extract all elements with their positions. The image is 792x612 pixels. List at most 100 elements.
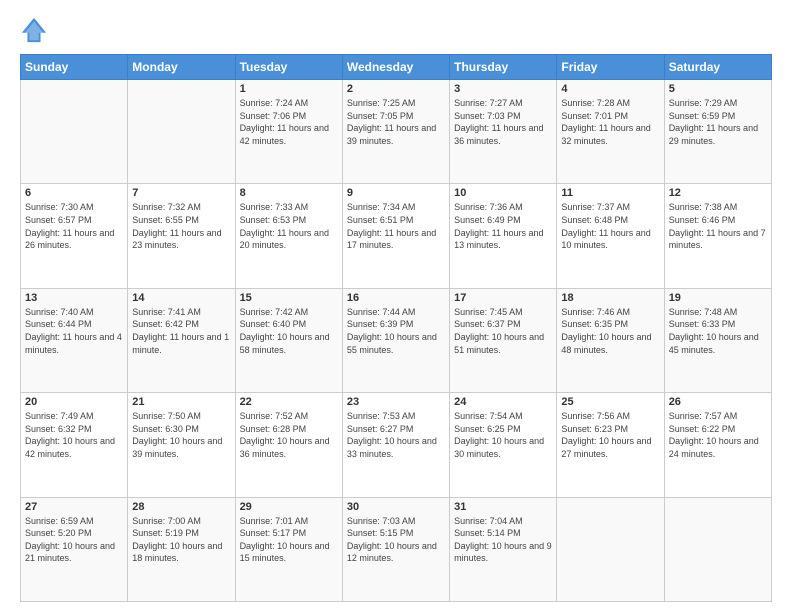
day-number: 29 xyxy=(240,501,338,513)
day-cell: 31Sunrise: 7:04 AM Sunset: 5:14 PM Dayli… xyxy=(450,497,557,601)
day-info: Sunrise: 7:45 AM Sunset: 6:37 PM Dayligh… xyxy=(454,306,552,356)
day-info: Sunrise: 6:59 AM Sunset: 5:20 PM Dayligh… xyxy=(25,515,123,565)
day-cell: 12 Sunrise: 7:38 AM Sunset: 6:46 PM Dayli… xyxy=(664,184,771,288)
header-row: SundayMondayTuesdayWednesdayThursdayFrid… xyxy=(21,55,772,80)
week-row-1: 1 Sunrise: 7:24 AM Sunset: 7:06 PM Daylig… xyxy=(21,80,772,184)
day-info: Sunrise: 7:24 AM Sunset: 7:06 PM Dayligh… xyxy=(240,97,338,147)
day-info: Sunrise: 7:41 AM Sunset: 6:42 PM Dayligh… xyxy=(132,306,230,356)
day-cell: 20 Sunrise: 7:49 AM Sunset: 6:32 PM Dayli… xyxy=(21,393,128,497)
day-cell: 22 Sunrise: 7:52 AM Sunset: 6:28 PM Dayli… xyxy=(235,393,342,497)
day-cell: 23Sunrise: 7:53 AM Sunset: 6:27 PM Dayli… xyxy=(342,393,449,497)
col-header-monday: Monday xyxy=(128,55,235,80)
day-cell: 26 Sunrise: 7:57 AM Sunset: 6:22 PM Dayli… xyxy=(664,393,771,497)
day-info: Sunrise: 7:57 AM Sunset: 6:22 PM Dayligh… xyxy=(669,410,767,460)
day-cell: 3 Sunrise: 7:27 AM Sunset: 7:03 PM Daylig… xyxy=(450,80,557,184)
day-cell: 11 Sunrise: 7:37 AM Sunset: 6:48 PM Dayli… xyxy=(557,184,664,288)
day-number: 7 xyxy=(132,187,230,199)
day-info: Sunrise: 7:27 AM Sunset: 7:03 PM Dayligh… xyxy=(454,97,552,147)
day-info: Sunrise: 7:49 AM Sunset: 6:32 PM Dayligh… xyxy=(25,410,123,460)
day-number: 2 xyxy=(347,83,445,95)
day-cell: 13 Sunrise: 7:40 AM Sunset: 6:44 PM Dayli… xyxy=(21,288,128,392)
col-header-sunday: Sunday xyxy=(21,55,128,80)
day-number: 28 xyxy=(132,501,230,513)
day-number: 8 xyxy=(240,187,338,199)
day-info: Sunrise: 7:42 AM Sunset: 6:40 PM Dayligh… xyxy=(240,306,338,356)
day-info: Sunrise: 7:52 AM Sunset: 6:28 PM Dayligh… xyxy=(240,410,338,460)
day-cell: 28 Sunrise: 7:00 AM Sunset: 5:19 PM Dayli… xyxy=(128,497,235,601)
day-number: 21 xyxy=(132,396,230,408)
col-header-saturday: Saturday xyxy=(664,55,771,80)
day-number: 4 xyxy=(561,83,659,95)
week-row-5: 27 Sunrise: 6:59 AM Sunset: 5:20 PM Dayli… xyxy=(21,497,772,601)
day-info: Sunrise: 7:29 AM Sunset: 6:59 PM Dayligh… xyxy=(669,97,767,147)
day-info: Sunrise: 7:33 AM Sunset: 6:53 PM Dayligh… xyxy=(240,201,338,251)
day-number: 27 xyxy=(25,501,123,513)
day-info: Sunrise: 7:46 AM Sunset: 6:35 PM Dayligh… xyxy=(561,306,659,356)
day-cell: 8 Sunrise: 7:33 AM Sunset: 6:53 PM Daylig… xyxy=(235,184,342,288)
day-number: 30 xyxy=(347,501,445,513)
day-cell: 10Sunrise: 7:36 AM Sunset: 6:49 PM Dayli… xyxy=(450,184,557,288)
day-number: 5 xyxy=(669,83,767,95)
day-cell: 2 Sunrise: 7:25 AM Sunset: 7:05 PM Daylig… xyxy=(342,80,449,184)
day-cell: 16Sunrise: 7:44 AM Sunset: 6:39 PM Dayli… xyxy=(342,288,449,392)
day-cell: 14 Sunrise: 7:41 AM Sunset: 6:42 PM Dayli… xyxy=(128,288,235,392)
day-number: 20 xyxy=(25,396,123,408)
col-header-tuesday: Tuesday xyxy=(235,55,342,80)
day-number: 6 xyxy=(25,187,123,199)
col-header-friday: Friday xyxy=(557,55,664,80)
day-info: Sunrise: 7:50 AM Sunset: 6:30 PM Dayligh… xyxy=(132,410,230,460)
day-cell: 4Sunrise: 7:28 AM Sunset: 7:01 PM Daylig… xyxy=(557,80,664,184)
day-info: Sunrise: 7:00 AM Sunset: 5:19 PM Dayligh… xyxy=(132,515,230,565)
day-info: Sunrise: 7:56 AM Sunset: 6:23 PM Dayligh… xyxy=(561,410,659,460)
day-number: 31 xyxy=(454,501,552,513)
day-cell: 30 Sunrise: 7:03 AM Sunset: 5:15 PM Dayli… xyxy=(342,497,449,601)
day-number: 17 xyxy=(454,292,552,304)
day-number: 16 xyxy=(347,292,445,304)
col-header-thursday: Thursday xyxy=(450,55,557,80)
day-number: 12 xyxy=(669,187,767,199)
day-cell: 19 Sunrise: 7:48 AM Sunset: 6:33 PM Dayli… xyxy=(664,288,771,392)
day-info: Sunrise: 7:38 AM Sunset: 6:46 PM Dayligh… xyxy=(669,201,767,251)
day-cell: 24 Sunrise: 7:54 AM Sunset: 6:25 PM Dayli… xyxy=(450,393,557,497)
day-info: Sunrise: 7:36 AM Sunset: 6:49 PM Dayligh… xyxy=(454,201,552,251)
day-info: Sunrise: 7:40 AM Sunset: 6:44 PM Dayligh… xyxy=(25,306,123,356)
day-info: Sunrise: 7:48 AM Sunset: 6:33 PM Dayligh… xyxy=(669,306,767,356)
day-info: Sunrise: 7:01 AM Sunset: 5:17 PM Dayligh… xyxy=(240,515,338,565)
day-cell: 5 Sunrise: 7:29 AM Sunset: 6:59 PM Daylig… xyxy=(664,80,771,184)
day-number: 9 xyxy=(347,187,445,199)
day-number: 24 xyxy=(454,396,552,408)
day-cell: 21 Sunrise: 7:50 AM Sunset: 6:30 PM Dayli… xyxy=(128,393,235,497)
logo-icon xyxy=(20,16,48,44)
day-info: Sunrise: 7:37 AM Sunset: 6:48 PM Dayligh… xyxy=(561,201,659,251)
day-number: 26 xyxy=(669,396,767,408)
page: SundayMondayTuesdayWednesdayThursdayFrid… xyxy=(0,0,792,612)
day-info: Sunrise: 7:03 AM Sunset: 5:15 PM Dayligh… xyxy=(347,515,445,565)
day-number: 22 xyxy=(240,396,338,408)
day-info: Sunrise: 7:53 AM Sunset: 6:27 PM Dayligh… xyxy=(347,410,445,460)
day-cell: 9Sunrise: 7:34 AM Sunset: 6:51 PM Daylig… xyxy=(342,184,449,288)
day-cell: 7Sunrise: 7:32 AM Sunset: 6:55 PM Daylig… xyxy=(128,184,235,288)
day-number: 18 xyxy=(561,292,659,304)
week-row-3: 13 Sunrise: 7:40 AM Sunset: 6:44 PM Dayli… xyxy=(21,288,772,392)
day-cell: 15 Sunrise: 7:42 AM Sunset: 6:40 PM Dayli… xyxy=(235,288,342,392)
calendar-table: SundayMondayTuesdayWednesdayThursdayFrid… xyxy=(20,54,772,602)
week-row-2: 6 Sunrise: 7:30 AM Sunset: 6:57 PM Daylig… xyxy=(21,184,772,288)
day-number: 19 xyxy=(669,292,767,304)
day-number: 11 xyxy=(561,187,659,199)
col-header-wednesday: Wednesday xyxy=(342,55,449,80)
day-info: Sunrise: 7:30 AM Sunset: 6:57 PM Dayligh… xyxy=(25,201,123,251)
day-cell xyxy=(664,497,771,601)
day-number: 14 xyxy=(132,292,230,304)
day-number: 15 xyxy=(240,292,338,304)
week-row-4: 20 Sunrise: 7:49 AM Sunset: 6:32 PM Dayli… xyxy=(21,393,772,497)
day-info: Sunrise: 7:25 AM Sunset: 7:05 PM Dayligh… xyxy=(347,97,445,147)
header xyxy=(20,16,772,44)
day-number: 25 xyxy=(561,396,659,408)
day-number: 1 xyxy=(240,83,338,95)
day-cell: 25 Sunrise: 7:56 AM Sunset: 6:23 PM Dayli… xyxy=(557,393,664,497)
day-number: 13 xyxy=(25,292,123,304)
day-cell: 29 Sunrise: 7:01 AM Sunset: 5:17 PM Dayli… xyxy=(235,497,342,601)
day-cell: 27 Sunrise: 6:59 AM Sunset: 5:20 PM Dayli… xyxy=(21,497,128,601)
day-info: Sunrise: 7:54 AM Sunset: 6:25 PM Dayligh… xyxy=(454,410,552,460)
day-number: 3 xyxy=(454,83,552,95)
